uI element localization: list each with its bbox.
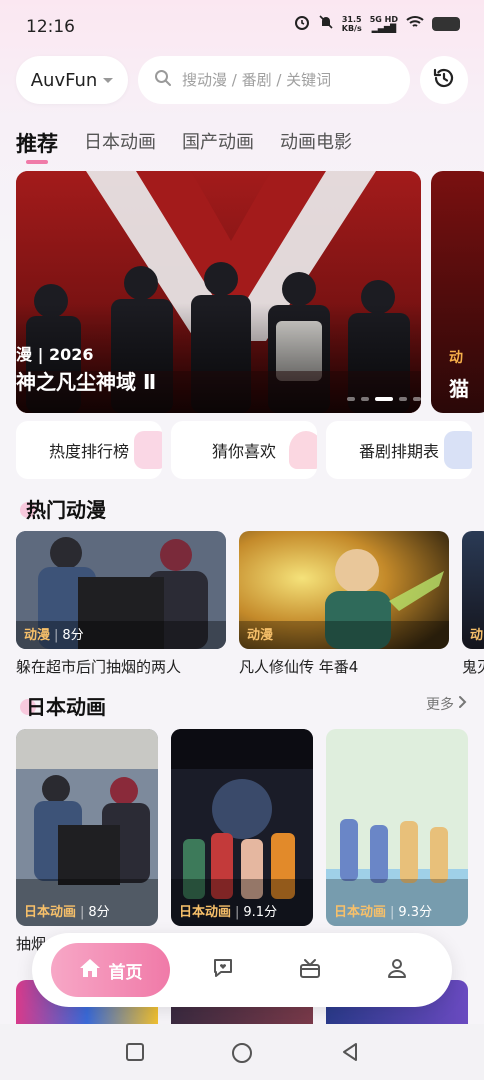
nav-gift-button[interactable]: [298, 958, 322, 982]
carousel-indicator: [347, 397, 421, 401]
quick-link-schedule[interactable]: 番剧排期表: [326, 421, 472, 479]
nav-profile-button[interactable]: [385, 958, 409, 982]
back-button[interactable]: [340, 1042, 360, 1066]
bottom-nav: 首页: [32, 933, 452, 1007]
hot-card-caption[interactable]: 凡人修仙传 年番4: [239, 656, 358, 677]
hot-card-caption[interactable]: 鬼灭: [462, 656, 484, 677]
carousel-dot[interactable]: [375, 397, 393, 401]
fire-chart-icon: [134, 431, 162, 469]
status-bar: 12:16 31.5 KB/s 5G HD ▂▄▆█: [0, 0, 484, 56]
system-nav-bar: [0, 1024, 484, 1080]
back-triangle-icon: [343, 1043, 357, 1061]
status-time: 12:16: [26, 17, 75, 37]
status-icons: 31.5 KB/s 5G HD ▂▄▆█: [294, 14, 460, 34]
card-tag: 动漫 | 8分: [24, 628, 84, 643]
history-button[interactable]: [420, 56, 468, 104]
calendar-icon: [444, 431, 472, 469]
signal-icon: 5G HD ▂▄▆█: [369, 15, 398, 33]
tab-anime-movie[interactable]: 动画电影: [280, 128, 352, 158]
search-input[interactable]: [182, 71, 382, 89]
search-icon: [154, 69, 172, 91]
more-label: 更多: [426, 697, 454, 713]
poster-artwork: [171, 729, 313, 926]
caret-down-icon: [103, 77, 114, 83]
mute-icon: [318, 14, 334, 34]
source-label: AuvFun: [30, 69, 98, 91]
home-system-button[interactable]: [231, 1042, 253, 1068]
banner-title: 神之凡尘神域 Ⅱ: [16, 370, 157, 394]
alarm-icon: [294, 14, 310, 34]
chevron-right-icon: [458, 695, 468, 713]
hot-card[interactable]: 动漫 | 8分: [16, 531, 226, 649]
card-tag: 日本动画 | 9.1分: [179, 905, 278, 920]
top-row: AuvFun: [16, 56, 468, 104]
quick-link-ranking[interactable]: 热度排行榜: [16, 421, 162, 479]
quick-link-label: 猜你喜欢: [211, 442, 276, 461]
carousel-dot[interactable]: [413, 397, 421, 401]
history-icon: [432, 66, 456, 94]
carousel-dot[interactable]: [399, 397, 407, 401]
source-selector-button[interactable]: AuvFun: [16, 56, 128, 104]
quick-link-label: 热度排行榜: [48, 442, 129, 461]
circle-icon: [232, 1043, 252, 1063]
nav-home-label: 首页: [108, 962, 143, 983]
nav-chat-button[interactable]: [211, 958, 235, 982]
section-japan-title: 日本动画: [20, 691, 106, 720]
more-link[interactable]: 更多: [426, 694, 468, 714]
banner-next-slide[interactable]: 动 猫: [431, 171, 484, 413]
hot-card-caption[interactable]: 躲在超市后门抽烟的两人: [16, 656, 181, 677]
quick-link-label: 番剧排期表: [358, 442, 439, 461]
tab-recommend[interactable]: 推荐: [16, 128, 58, 164]
quick-links: 热度排行榜 猜你喜欢 番剧排期表: [16, 421, 484, 479]
poster-artwork: [326, 729, 468, 926]
carousel-dot[interactable]: [347, 397, 355, 401]
recents-button[interactable]: [125, 1042, 145, 1066]
card-tag: 日本动画 | 9.3分: [334, 905, 433, 920]
profile-icon: [386, 957, 408, 983]
card-tag: 动漫: [247, 628, 274, 643]
poster-artwork: [16, 729, 158, 926]
section-hot-title: 热门动漫: [20, 494, 106, 523]
home-icon: [79, 958, 101, 983]
wifi-icon: [406, 15, 424, 33]
nav-home-button[interactable]: 首页: [51, 943, 170, 997]
banner-next-meta: 动: [449, 350, 463, 366]
banner-meta: 漫 | 2026: [16, 345, 94, 364]
square-icon: [126, 1043, 144, 1061]
hot-card[interactable]: 动漫: [239, 531, 449, 649]
heart-icon: [289, 431, 317, 469]
banner-next-title: 猫: [449, 377, 469, 401]
poster-card[interactable]: 日本动画 | 9.1分: [171, 729, 313, 926]
chat-icon: [212, 957, 234, 983]
battery-icon: [432, 17, 460, 31]
poster-card[interactable]: 日本动画 | 8分: [16, 729, 158, 926]
hot-card[interactable]: 动: [462, 531, 484, 649]
category-tabs: 推荐 日本动画 国产动画 动画电影: [16, 128, 352, 164]
carousel-dot[interactable]: [361, 397, 369, 401]
tab-japan-anime[interactable]: 日本动画: [84, 128, 156, 158]
poster-card[interactable]: 日本动画 | 9.3分: [326, 729, 468, 926]
card-tag: 动: [470, 628, 484, 643]
net-speed: 31.5 KB/s: [341, 15, 362, 33]
banner-slide[interactable]: 漫 | 2026 神之凡尘神域 Ⅱ: [16, 171, 421, 413]
gift-icon: [299, 957, 321, 983]
card-tag: 日本动画 | 8分: [24, 905, 110, 920]
search-box[interactable]: [138, 56, 410, 104]
quick-link-for-you[interactable]: 猜你喜欢: [171, 421, 317, 479]
tab-china-anime[interactable]: 国产动画: [182, 128, 254, 158]
